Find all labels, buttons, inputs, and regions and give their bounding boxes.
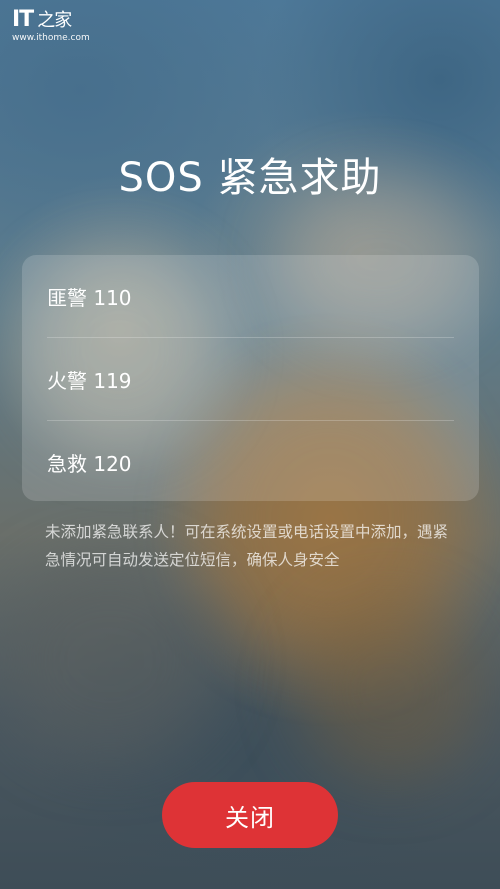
emergency-item-fire[interactable]: 火警 119: [22, 338, 479, 420]
emergency-item-label: 急救 120: [47, 451, 132, 476]
logo-latin: IT: [12, 7, 34, 32]
ithome-logo: IT 之家: [12, 8, 90, 33]
emergency-item-ambulance[interactable]: 急救 120: [22, 421, 479, 503]
emergency-number-list: 匪警 110 火警 119 急救 120: [22, 255, 479, 501]
watermark-url: www.ithome.com: [12, 33, 90, 43]
emergency-item-police[interactable]: 匪警 110: [22, 255, 479, 337]
emergency-item-label: 火警 119: [47, 368, 132, 393]
emergency-contact-notice: 未添加紧急联系人！可在系统设置或电话设置中添加，遇紧急情况可自动发送定位短信，确…: [45, 523, 449, 569]
logo-cjk: 之家: [37, 10, 72, 31]
page-title: SOS 紧急求助: [118, 155, 382, 201]
close-button[interactable]: 关闭: [162, 782, 338, 848]
ithome-watermark: IT 之家 www.ithome.com: [12, 8, 90, 44]
emergency-item-label: 匪警 110: [47, 285, 132, 310]
